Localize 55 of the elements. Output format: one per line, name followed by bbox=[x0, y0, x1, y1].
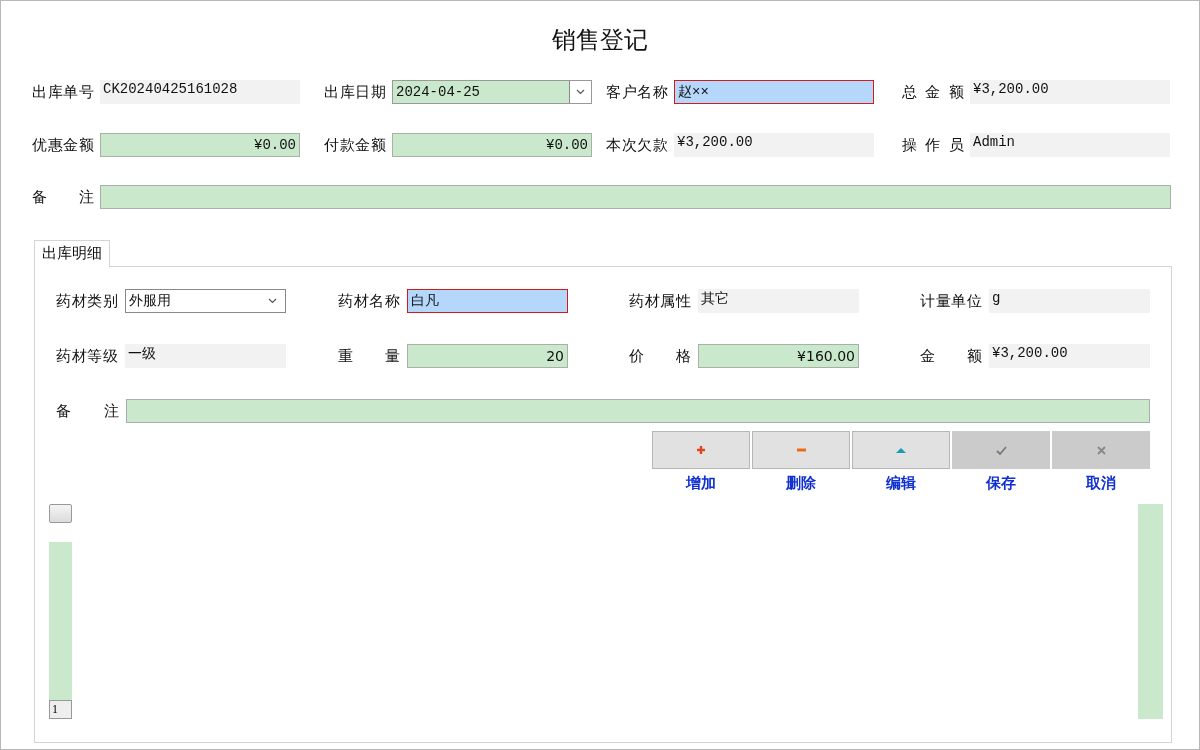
field-label: 药材等级 bbox=[56, 346, 118, 366]
field-label: 出库单号 bbox=[32, 82, 94, 102]
readonly-field: g bbox=[989, 289, 1150, 313]
toolbar-button[interactable] bbox=[752, 431, 850, 469]
input-field[interactable] bbox=[100, 185, 1171, 209]
field-label: 客户名称 bbox=[606, 82, 668, 102]
field-label: 重 量 bbox=[338, 346, 400, 366]
button-label[interactable]: 删除 bbox=[786, 474, 816, 493]
input-field[interactable] bbox=[126, 399, 1150, 423]
plus-icon bbox=[696, 445, 706, 455]
field-label: 总 金 额 bbox=[902, 82, 964, 102]
field-label: 金 额 bbox=[920, 346, 982, 366]
date-picker[interactable]: 2024-04-25 bbox=[392, 80, 592, 104]
readonly-field: ¥3,200.00 bbox=[989, 344, 1150, 368]
button-label[interactable]: 编辑 bbox=[886, 474, 916, 493]
field-label: 出库日期 bbox=[324, 82, 386, 102]
toolbar-button[interactable] bbox=[852, 431, 950, 469]
field-label: 优惠金额 bbox=[32, 135, 94, 155]
input-field[interactable]: 白凡 bbox=[407, 289, 568, 313]
form-title: 销售登记 bbox=[551, 25, 649, 56]
toolbar-button[interactable] bbox=[652, 431, 750, 469]
date-value: 2024-04-25 bbox=[396, 84, 480, 100]
input-field[interactable]: ¥160.00 bbox=[698, 344, 859, 368]
chevron-down-icon bbox=[576, 89, 585, 95]
x-icon bbox=[1096, 445, 1106, 455]
dropdown-value: 外服用 bbox=[129, 292, 171, 310]
input-field[interactable]: ¥0.00 bbox=[392, 133, 592, 157]
readonly-field: 一级 bbox=[125, 344, 286, 368]
chevron-down-icon bbox=[268, 298, 277, 304]
field-label: 操 作 员 bbox=[902, 135, 964, 155]
field-label: 药材属性 bbox=[629, 291, 691, 311]
readonly-field: ¥3,200.00 bbox=[970, 80, 1170, 104]
row-header[interactable]: 1 bbox=[49, 700, 72, 719]
field-label: 本次欠款 bbox=[606, 135, 668, 155]
dropdown-button[interactable] bbox=[569, 81, 591, 103]
triangle-icon bbox=[895, 446, 907, 454]
field-label: 付款金额 bbox=[324, 135, 386, 155]
readonly-field: CK20240425161028 bbox=[100, 80, 300, 104]
field-label: 药材类别 bbox=[56, 291, 118, 311]
field-label: 药材名称 bbox=[338, 291, 400, 311]
readonly-field: 其它 bbox=[698, 289, 859, 313]
field-label: 备 注 bbox=[32, 187, 94, 207]
readonly-field: ¥3,200.00 bbox=[674, 133, 874, 157]
field-label: 备 注 bbox=[56, 401, 119, 421]
dropdown-field[interactable]: 外服用 bbox=[125, 289, 286, 313]
field-label: 价 格 bbox=[629, 346, 691, 366]
checkmark-icon bbox=[995, 445, 1007, 455]
input-field[interactable]: ¥0.00 bbox=[100, 133, 300, 157]
input-field[interactable]: 20 bbox=[407, 344, 568, 368]
button-label[interactable]: 增加 bbox=[686, 474, 716, 493]
readonly-field: Admin bbox=[970, 133, 1170, 157]
tab[interactable]: 出库明细 bbox=[34, 240, 110, 267]
input-field[interactable]: 赵×× bbox=[674, 80, 874, 104]
grid-corner-button[interactable] bbox=[49, 504, 72, 523]
field-label: 计量单位 bbox=[920, 291, 982, 311]
